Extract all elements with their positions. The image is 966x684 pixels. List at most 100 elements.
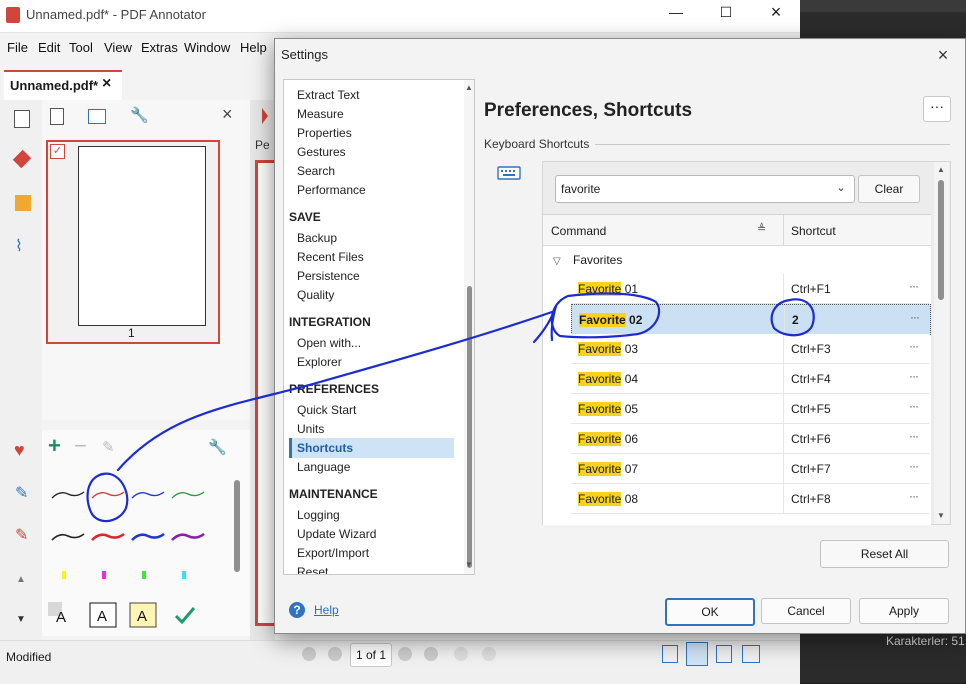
highlighter-tool-icon[interactable]: ✎ <box>15 525 28 545</box>
row-menu-icon[interactable]: ··· <box>909 429 919 443</box>
single-page-view-icon[interactable] <box>662 645 678 663</box>
help-link[interactable]: Help <box>314 603 339 617</box>
nav-item[interactable]: Reset <box>297 565 328 574</box>
nav-item[interactable]: Gestures <box>297 145 346 159</box>
reset-all-button[interactable]: Reset All <box>820 540 949 568</box>
tab-close-icon[interactable]: × <box>102 75 111 93</box>
minimize-button[interactable]: — <box>664 4 688 24</box>
nav-item[interactable]: Quality <box>297 288 334 302</box>
two-page-view-icon[interactable] <box>742 645 760 663</box>
nav-item[interactable]: Recent Files <box>297 250 364 264</box>
menu-help[interactable]: Help <box>240 40 267 55</box>
pen-tool-icon[interactable]: ✎ <box>15 483 28 503</box>
column-header-command[interactable]: Command <box>551 224 606 238</box>
row-menu-icon[interactable]: ··· <box>909 489 919 503</box>
table-row-selected[interactable]: Favorite 02 2 ··· <box>571 304 931 335</box>
table-row[interactable]: Favorite 07 Ctrl+F7 ··· <box>571 454 929 484</box>
ok-button[interactable]: OK <box>665 598 755 626</box>
table-row[interactable]: Favorite 01 Ctrl+F1 ··· <box>571 274 929 304</box>
thumbnail-checkbox[interactable]: ✓ <box>50 144 65 159</box>
pages-icon[interactable] <box>14 110 30 128</box>
apply-button[interactable]: Apply <box>859 598 949 624</box>
menu-view[interactable]: View <box>104 40 132 55</box>
shortcut-cell[interactable]: Ctrl+F1 <box>791 282 831 296</box>
nav-item[interactable]: Search <box>297 164 335 178</box>
menu-file[interactable]: File <box>7 40 28 55</box>
row-menu-icon[interactable]: ··· <box>909 339 919 353</box>
note-icon[interactable] <box>15 195 31 211</box>
nav-item[interactable]: Open with... <box>297 336 361 350</box>
row-menu-icon[interactable]: ··· <box>909 399 919 413</box>
table-row[interactable]: Favorite 05 Ctrl+F5 ··· <box>571 394 929 424</box>
row-menu-icon[interactable]: ··· <box>909 279 919 293</box>
nav-item[interactable]: Explorer <box>297 355 342 369</box>
row-menu-icon[interactable]: ··· <box>909 459 919 473</box>
table-row[interactable]: Favorite 06 Ctrl+F6 ··· <box>571 424 929 454</box>
nav-item[interactable]: Units <box>297 422 324 436</box>
nav-scroll-up-icon[interactable]: ▲ <box>465 83 473 92</box>
scroll-up-icon[interactable]: ▲ <box>16 574 26 585</box>
search-input-value[interactable]: favorite <box>561 182 600 196</box>
shortcut-cell[interactable]: Ctrl+F5 <box>791 402 831 416</box>
sort-ascending-icon[interactable]: ≜ <box>757 222 766 235</box>
nav-scrollbar-thumb[interactable] <box>467 286 472 568</box>
nav-item[interactable]: Extract Text <box>297 88 359 102</box>
wrench-icon[interactable]: 🔧 <box>130 106 149 124</box>
shortcut-cell[interactable]: Ctrl+F7 <box>791 462 831 476</box>
menu-window[interactable]: Window <box>184 40 230 55</box>
chevron-down-icon[interactable]: ⌄ <box>832 179 850 197</box>
shortcut-cell[interactable]: Ctrl+F8 <box>791 492 831 506</box>
group-collapse-icon[interactable]: ▽ <box>553 256 561 267</box>
shortcut-cell[interactable]: 2 <box>792 313 799 327</box>
continuous-view-icon[interactable] <box>686 642 708 666</box>
table-row[interactable]: Favorite 08 Ctrl+F8 ··· <box>571 484 929 514</box>
scroll-down-icon[interactable]: ▼ <box>16 614 26 625</box>
clear-search-button[interactable]: Clear <box>858 175 920 203</box>
nav-item[interactable]: Persistence <box>297 269 360 283</box>
shortcut-search-combobox[interactable]: favorite ⌄ <box>555 175 855 203</box>
nav-item[interactable]: Measure <box>297 107 344 121</box>
table-scroll-down-icon[interactable]: ▼ <box>937 511 945 520</box>
nav-scroll-down-icon[interactable]: ▼ <box>465 560 473 569</box>
column-header-shortcut[interactable]: Shortcut <box>791 224 836 238</box>
cancel-button[interactable]: Cancel <box>761 598 851 624</box>
nav-item[interactable]: Backup <box>297 231 337 245</box>
book-icon[interactable] <box>88 109 106 124</box>
shortcut-cell[interactable]: Ctrl+F3 <box>791 342 831 356</box>
dialog-close-button[interactable]: × <box>931 43 955 67</box>
paperclip-icon[interactable]: ⌇ <box>15 236 23 256</box>
table-scrollbar-thumb[interactable] <box>938 180 944 300</box>
nav-item[interactable]: Performance <box>297 183 366 197</box>
maximize-button[interactable]: ☐ <box>714 4 738 24</box>
nav-item[interactable]: Language <box>297 460 350 474</box>
add-favorite-icon[interactable]: + <box>48 434 61 458</box>
shortcut-cell[interactable]: Ctrl+F4 <box>791 372 831 386</box>
menu-tool[interactable]: Tool <box>69 40 93 55</box>
pin-icon[interactable] <box>12 149 32 169</box>
nav-item[interactable]: Export/Import <box>297 546 369 560</box>
close-pane-icon[interactable]: × <box>222 104 233 125</box>
favorites-settings-icon[interactable]: 🔧 <box>208 438 227 456</box>
favorites-scrollbar[interactable] <box>234 480 240 572</box>
column-divider[interactable] <box>783 215 784 245</box>
nav-item[interactable]: Quick Start <box>297 403 356 417</box>
page-indicator[interactable]: 1 of 1 <box>350 643 392 667</box>
more-options-button[interactable]: ··· <box>923 96 951 122</box>
nav-item[interactable]: Properties <box>297 126 352 140</box>
new-page-icon[interactable] <box>50 108 64 125</box>
row-menu-icon[interactable]: ··· <box>910 310 920 324</box>
document-view[interactable]: Pe <box>250 100 281 640</box>
document-tab[interactable]: Unnamed.pdf* × <box>4 70 122 100</box>
help-icon[interactable]: ? <box>289 602 305 618</box>
row-menu-icon[interactable]: ··· <box>909 369 919 383</box>
favorites-heart-icon[interactable]: ♥ <box>14 440 25 461</box>
menu-extras[interactable]: Extras <box>141 40 178 55</box>
nav-item-selected[interactable]: Shortcuts <box>297 441 353 455</box>
window-close-button[interactable]: × <box>764 2 788 22</box>
favorite-pens-grid[interactable]: A A A <box>42 470 232 630</box>
table-row[interactable]: Favorite 03 Ctrl+F3 ··· <box>571 334 929 364</box>
nav-item[interactable]: Update Wizard <box>297 527 376 541</box>
table-scroll-up-icon[interactable]: ▲ <box>937 165 945 174</box>
menu-edit[interactable]: Edit <box>38 40 60 55</box>
shortcut-cell[interactable]: Ctrl+F6 <box>791 432 831 446</box>
